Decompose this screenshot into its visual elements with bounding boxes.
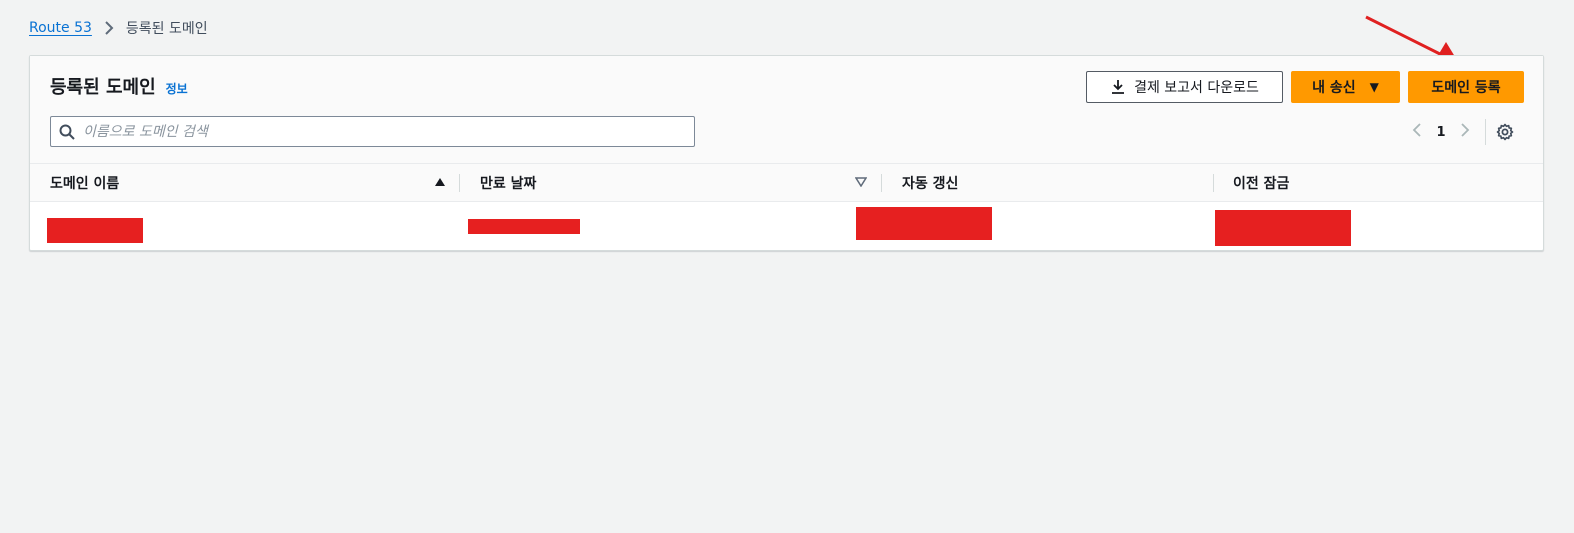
column-label: 이전 잠금 [1233, 176, 1290, 192]
redacted-expiration-date [468, 219, 580, 234]
page-number-current[interactable]: 1 [1429, 125, 1453, 140]
column-header-auto-renew[interactable]: 자동 갱신 [902, 164, 1202, 202]
column-label: 도메인 이름 [50, 176, 120, 192]
column-label: 만료 날짜 [480, 176, 537, 192]
redacted-transfer-lock [1215, 210, 1351, 246]
column-label: 자동 갱신 [902, 176, 959, 192]
info-link[interactable]: 정보 [166, 80, 188, 97]
panel-title-group: 등록된 도메인 정보 [50, 73, 188, 99]
register-domain-label: 도메인 등록 [1431, 80, 1501, 96]
sort-descending-icon [855, 177, 867, 187]
redacted-domain-name [47, 218, 143, 243]
my-transfers-dropdown-button[interactable]: 내 송신 ▼ [1291, 71, 1400, 103]
download-billing-report-label: 결제 보고서 다운로드 [1134, 80, 1259, 96]
pagination-divider [1485, 119, 1486, 145]
breadcrumb: Route 53 등록된 도메인 [29, 18, 208, 38]
pagination: 1 [1405, 119, 1514, 145]
breadcrumb-route53-link[interactable]: Route 53 [29, 20, 92, 36]
search-icon [59, 124, 75, 140]
redacted-auto-renew [856, 207, 992, 240]
column-header-transfer-lock[interactable]: 이전 잠금 [1233, 164, 1533, 202]
page-title: 등록된 도메인 [50, 77, 156, 98]
table-header: 도메인 이름 만료 날짜 자동 갱신 이전 잠금 [30, 164, 1543, 202]
panel-header: 등록된 도메인 정보 결제 보고서 다운로드 내 송신 ▼ 도메인 등록 이름으… [30, 56, 1543, 164]
column-divider [881, 174, 882, 192]
download-billing-report-button[interactable]: 결제 보고서 다운로드 [1086, 71, 1283, 103]
sort-ascending-icon [435, 178, 445, 186]
chevron-right-icon [104, 21, 114, 35]
domain-search-field[interactable] [50, 116, 695, 147]
caret-down-icon: ▼ [1369, 80, 1379, 94]
breadcrumb-current: 등록된 도메인 [125, 21, 208, 37]
register-domain-button[interactable]: 도메인 등록 [1408, 71, 1524, 103]
column-divider [1213, 174, 1214, 192]
table-row[interactable] [30, 203, 1543, 251]
domain-search-input[interactable] [83, 123, 643, 140]
settings-gear-icon[interactable] [1496, 123, 1514, 141]
registered-domains-panel: 등록된 도메인 정보 결제 보고서 다운로드 내 송신 ▼ 도메인 등록 이름으… [29, 55, 1544, 251]
download-icon [1112, 80, 1125, 94]
column-divider [459, 174, 460, 192]
chevron-right-icon[interactable] [1453, 123, 1477, 141]
my-transfers-label: 내 송신 [1312, 80, 1356, 96]
column-header-domain-name[interactable]: 도메인 이름 [50, 164, 446, 202]
chevron-left-icon[interactable] [1405, 123, 1429, 141]
column-header-expiration-date[interactable]: 만료 날짜 [480, 164, 867, 202]
